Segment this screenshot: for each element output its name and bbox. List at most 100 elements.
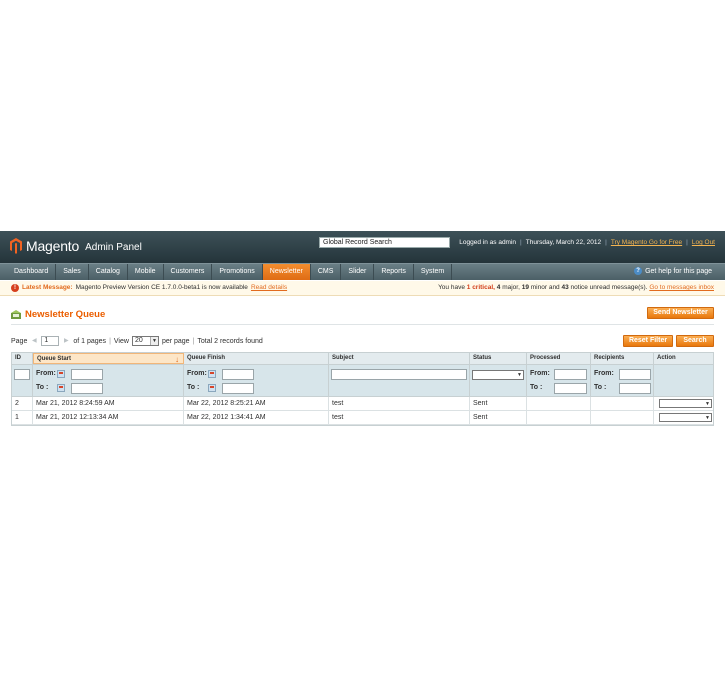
per-page-value: 20	[134, 337, 143, 344]
nav-item-dashboard[interactable]: Dashboard	[0, 264, 57, 280]
from-label: From:	[36, 370, 56, 377]
table-row[interactable]: 2 Mar 21, 2012 8:24:59 AM Mar 22, 2012 8…	[12, 397, 713, 411]
magento-logo-icon	[10, 238, 22, 254]
divider	[11, 324, 714, 325]
cell-action: ▼	[654, 411, 713, 424]
id-filter-input[interactable]	[14, 369, 30, 380]
cell-status: Sent	[470, 397, 527, 410]
column-header-queue-start[interactable]: Queue Start ↓	[33, 353, 184, 364]
column-header-processed[interactable]: Processed	[527, 353, 591, 364]
of-pages-text: of 1 pages	[73, 337, 107, 345]
cell-processed	[527, 397, 591, 410]
send-newsletter-button[interactable]: Send Newsletter	[647, 307, 714, 319]
separator: |	[520, 239, 522, 246]
alert-icon: !	[11, 284, 19, 292]
pager: Page ◀ 1 ▶ of 1 pages | View 20 ▼ per pa…	[11, 336, 263, 346]
nav-item-newsletter[interactable]: Newsletter	[262, 264, 311, 280]
column-header-id[interactable]: ID	[12, 353, 33, 364]
cell-processed	[527, 411, 591, 424]
nav-item-customers[interactable]: Customers	[164, 264, 213, 280]
cell-action: ▼	[654, 397, 713, 410]
total-records-text: Total 2 records found	[197, 337, 263, 345]
column-header-status[interactable]: Status	[470, 353, 527, 364]
critical-label: critical,	[472, 284, 495, 291]
chevron-down-icon: ▼	[517, 372, 522, 378]
queue-start-to-input[interactable]	[71, 383, 103, 394]
per-page-select[interactable]: 20 ▼	[131, 336, 159, 346]
global-search-input[interactable]: Global Record Search	[319, 237, 450, 248]
nav-item-sales[interactable]: Sales	[56, 264, 89, 280]
recipients-from-input[interactable]	[619, 369, 651, 380]
separator: |	[686, 239, 688, 246]
reset-filter-button[interactable]: Reset Filter	[623, 335, 673, 347]
header-links: Logged in as admin | Thursday, March 22,…	[459, 239, 715, 246]
page-number-input[interactable]: 1	[41, 336, 60, 346]
notification-bar: ! Latest Message: Magento Preview Versio…	[0, 281, 725, 296]
try-magento-go-link[interactable]: Try Magento Go for Free	[611, 239, 682, 246]
logout-link[interactable]: Log Out	[692, 239, 715, 246]
filter-cell-queue-finish: From: To :	[184, 365, 329, 396]
prev-page-icon[interactable]: ◀	[30, 337, 38, 345]
help-text: Get help for this page	[645, 267, 712, 275]
table-row[interactable]: 1 Mar 21, 2012 12:13:34 AM Mar 22, 2012 …	[12, 411, 713, 425]
logo-text: Magento	[26, 238, 80, 254]
page-title-text: Newsletter Queue	[25, 309, 106, 320]
cell-recipients	[591, 411, 654, 424]
notice-label: notice unread message(s).	[570, 284, 648, 291]
queue-finish-from-input[interactable]	[222, 369, 254, 380]
nav-item-promotions[interactable]: Promotions	[212, 264, 263, 280]
action-select[interactable]: ▼	[659, 399, 712, 408]
logged-in-text: Logged in as admin	[459, 239, 517, 246]
calendar-icon[interactable]	[208, 370, 216, 378]
action-select[interactable]: ▼	[659, 413, 712, 422]
cell-queue-finish: Mar 22, 2012 8:25:21 AM	[184, 397, 329, 410]
filter-cell-id	[12, 365, 33, 396]
chevron-down-icon: ▼	[705, 401, 710, 407]
filter-cell-processed: From: To :	[527, 365, 591, 396]
cell-recipients	[591, 397, 654, 410]
calendar-icon[interactable]	[208, 384, 216, 392]
help-link[interactable]: ? Get help for this page	[634, 267, 712, 275]
nav-item-catalog[interactable]: Catalog	[89, 264, 128, 280]
calendar-icon[interactable]	[57, 370, 65, 378]
filter-cell-queue-start: From: To :	[33, 365, 184, 396]
to-label: To :	[594, 384, 607, 391]
to-label: To :	[36, 384, 49, 391]
status-filter-select[interactable]: ▼	[472, 370, 524, 380]
processed-to-input[interactable]	[554, 383, 587, 394]
column-header-recipients[interactable]: Recipients	[591, 353, 654, 364]
subject-filter-input[interactable]	[331, 369, 467, 380]
processed-from-input[interactable]	[554, 369, 587, 380]
queue-start-from-input[interactable]	[71, 369, 103, 380]
recipients-to-input[interactable]	[619, 383, 651, 394]
column-header-queue-finish[interactable]: Queue Finish	[184, 353, 329, 364]
column-header-subject[interactable]: Subject	[329, 353, 470, 364]
chevron-down-icon: ▼	[705, 415, 710, 421]
next-page-icon[interactable]: ▶	[62, 337, 70, 345]
calendar-icon[interactable]	[57, 384, 65, 392]
nav-item-slider[interactable]: Slider	[341, 264, 375, 280]
filter-cell-recipients: From: To :	[591, 365, 654, 396]
view-label: View	[113, 337, 129, 345]
minor-label: minor and	[530, 284, 560, 291]
cell-id: 2	[12, 397, 33, 410]
cell-subject: test	[329, 397, 470, 410]
queue-finish-to-input[interactable]	[222, 383, 254, 394]
cell-status: Sent	[470, 411, 527, 424]
nav-item-mobile[interactable]: Mobile	[128, 264, 164, 280]
filter-cell-subject	[329, 365, 470, 396]
nav-item-cms[interactable]: CMS	[311, 264, 342, 280]
messages-inbox-link[interactable]: Go to messages inbox	[649, 284, 714, 291]
help-icon: ?	[634, 267, 643, 275]
main-nav: Dashboard Sales Catalog Mobile Customers…	[0, 263, 725, 280]
nav-item-reports[interactable]: Reports	[374, 264, 414, 280]
logo-subtitle: Admin Panel	[85, 242, 142, 253]
newsletter-icon	[11, 310, 21, 319]
summary-prefix: You have	[438, 284, 465, 291]
unread-messages-summary: You have 1 critical, 4 major, 19 minor a…	[438, 281, 714, 295]
logo[interactable]: Magento Admin Panel	[10, 238, 142, 254]
read-details-link[interactable]: Read details	[251, 281, 287, 295]
nav-item-system[interactable]: System	[414, 264, 453, 280]
latest-message: ! Latest Message: Magento Preview Versio…	[11, 281, 287, 295]
search-button[interactable]: Search	[676, 335, 714, 347]
